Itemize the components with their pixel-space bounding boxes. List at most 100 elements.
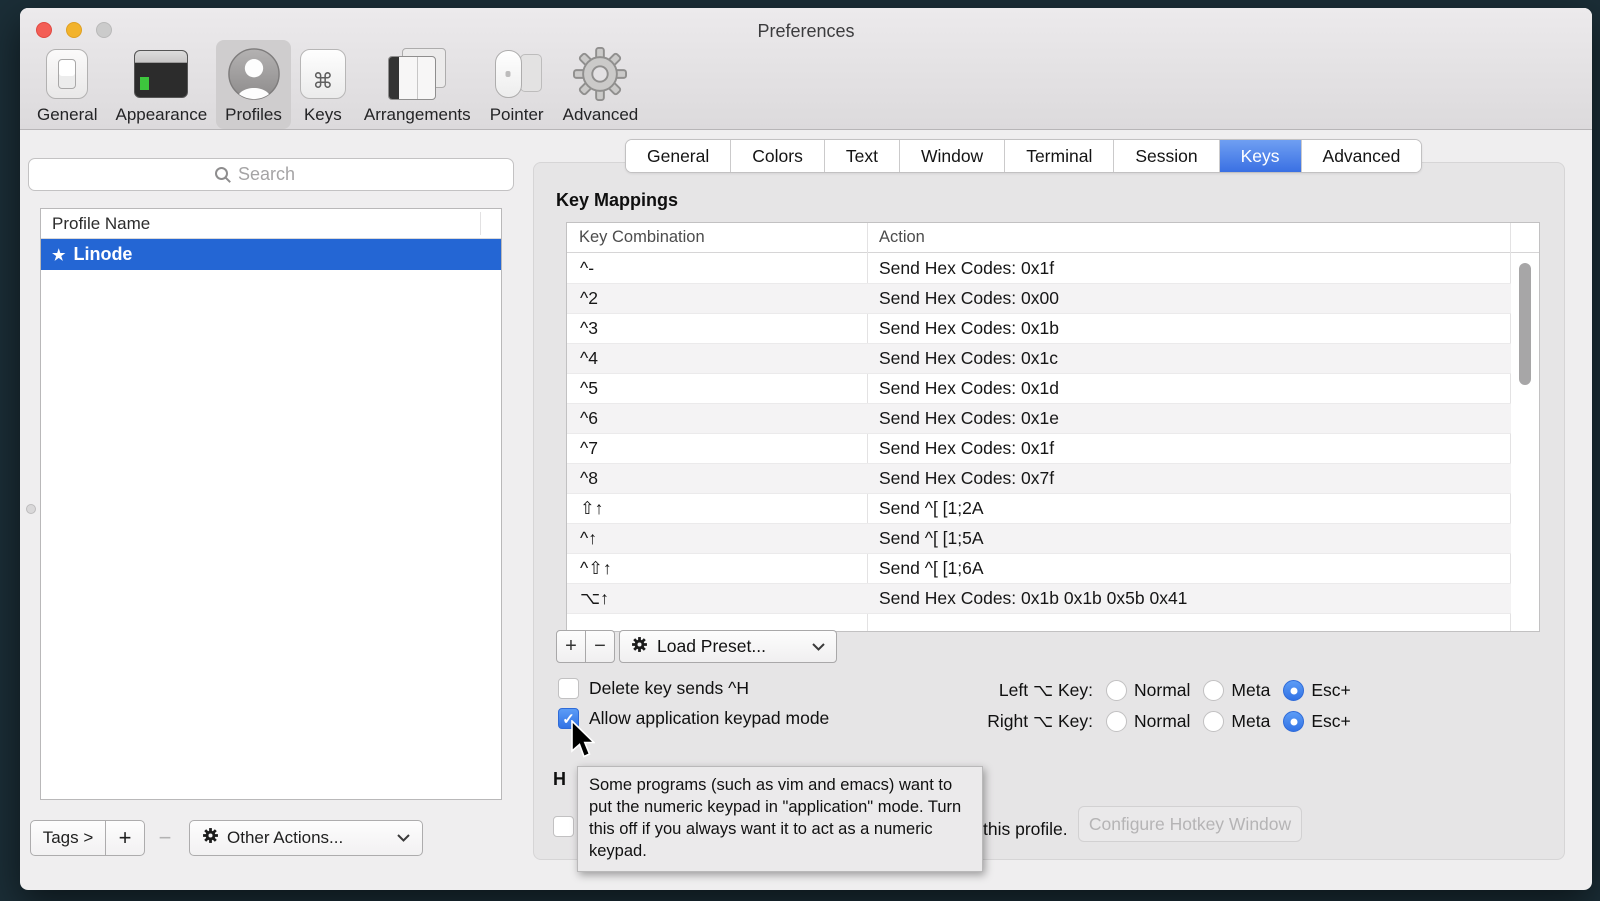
radio-option[interactable]: Esc+: [1283, 680, 1350, 701]
profile-tab-bar: GeneralColorsTextWindowTerminalSessionKe…: [625, 139, 1422, 173]
action-cell: Send Hex Codes: 0x1c: [867, 348, 1058, 369]
profile-tab[interactable]: Keys: [1220, 140, 1302, 172]
title-bar: Preferences General Appearance: [20, 8, 1592, 130]
radio-icon: [1106, 711, 1127, 732]
action-cell: Send Hex Codes: 0x7f: [867, 468, 1054, 489]
profile-tab[interactable]: General: [626, 140, 731, 172]
key-mapping-row[interactable]: ⌥↑ Send Hex Codes: 0x1b 0x1b 0x5b 0x41: [567, 584, 1511, 614]
delete-key-checkbox[interactable]: [558, 678, 579, 699]
load-preset-dropdown[interactable]: Load Preset...: [619, 630, 837, 663]
gear-icon: [202, 827, 219, 849]
gear-icon: [573, 46, 627, 102]
scrollbar-thumb[interactable]: [1519, 263, 1531, 385]
toggle-switch-icon: [46, 46, 88, 102]
profile-tab[interactable]: Window: [900, 140, 1005, 172]
profile-search-field[interactable]: [28, 158, 514, 191]
profile-tab[interactable]: Session: [1114, 140, 1219, 172]
add-key-mapping-button[interactable]: +: [556, 630, 586, 663]
toolbar-item-profiles[interactable]: Profiles: [216, 40, 291, 129]
profile-tab[interactable]: Terminal: [1005, 140, 1114, 172]
key-mapping-row[interactable]: ^- Send Hex Codes: 0x1f: [567, 254, 1511, 284]
hotkey-heading-partial: H: [553, 769, 566, 790]
key-mapping-row[interactable]: ^6 Send Hex Codes: 0x1e: [567, 404, 1511, 434]
key-mapping-row[interactable]: ^⇧↑ Send ^[ [1;6A: [567, 554, 1511, 584]
key-mapping-controls: + − Load Preset...: [556, 630, 837, 663]
profile-tab[interactable]: Advanced: [1302, 140, 1422, 172]
configure-hotkey-window-button[interactable]: Configure Hotkey Window: [1078, 806, 1302, 842]
radio-option[interactable]: Meta: [1203, 680, 1270, 701]
key-mapping-row[interactable]: ^5 Send Hex Codes: 0x1d: [567, 374, 1511, 404]
right-option-key-row: Right ⌥ Key: Normal Meta Esc+: [940, 711, 1386, 732]
action-cell: Send ^[ [1;5A: [867, 528, 984, 549]
preferences-window: Preferences General Appearance: [20, 8, 1592, 890]
key-combination-cell: ^6: [567, 408, 867, 429]
toolbar-item-keys[interactable]: Keys: [291, 40, 355, 129]
column-header-key-combination[interactable]: Key Combination: [567, 228, 867, 247]
preferences-toolbar: General Appearance: [28, 40, 647, 129]
key-combination-cell: ^-: [567, 258, 867, 279]
key-mappings-table: Key Combination Action ^- Send Hex Codes…: [566, 222, 1540, 632]
delete-key-checkbox-row: Delete key sends ^H: [558, 678, 749, 699]
terminal-window-icon: [134, 46, 188, 102]
toolbar-item-pointer[interactable]: Pointer: [480, 40, 554, 129]
tags-button[interactable]: Tags >: [30, 820, 106, 856]
key-mapping-row[interactable]: ^7 Send Hex Codes: 0x1f: [567, 434, 1511, 464]
remove-key-mapping-button[interactable]: −: [585, 630, 615, 663]
radio-icon: [1283, 711, 1304, 732]
hotkey-checkbox[interactable]: [553, 816, 574, 837]
key-combination-cell: ^5: [567, 378, 867, 399]
key-combination-cell: ^8: [567, 468, 867, 489]
key-combination-cell: ^2: [567, 288, 867, 309]
remove-profile-button[interactable]: −: [145, 820, 185, 856]
chevron-down-icon: [812, 643, 825, 651]
keypad-mode-tooltip: Some programs (such as vim and emacs) wa…: [577, 766, 983, 872]
gear-icon: [631, 636, 648, 658]
mouse-cursor: [569, 720, 595, 767]
other-actions-dropdown[interactable]: Other Actions...: [189, 820, 423, 856]
action-cell: Send Hex Codes: 0x1d: [867, 378, 1059, 399]
add-profile-button[interactable]: +: [105, 820, 145, 856]
profile-actions-bar: Tags > + − Other Actions...: [30, 820, 423, 856]
profile-name: Linode: [73, 244, 132, 265]
search-input[interactable]: [238, 164, 328, 185]
key-combination-cell: ⌥↑: [567, 588, 867, 609]
key-combination-cell: ^3: [567, 318, 867, 339]
profile-list: Profile Name ★ Linode: [40, 208, 502, 800]
profile-list-item[interactable]: ★ Linode: [41, 239, 501, 270]
radio-option[interactable]: Normal: [1106, 680, 1190, 701]
profile-tab[interactable]: Text: [825, 140, 900, 172]
radio-option[interactable]: Esc+: [1283, 711, 1350, 732]
radio-option[interactable]: Normal: [1106, 711, 1190, 732]
toolbar-item-general[interactable]: General: [28, 40, 106, 129]
key-combination-cell: ^4: [567, 348, 867, 369]
action-cell: Send Hex Codes: 0x1f: [867, 258, 1054, 279]
search-icon: [214, 166, 232, 184]
left-option-key-row: Left ⌥ Key: Normal Meta Esc+: [940, 680, 1386, 701]
column-header-action[interactable]: Action: [867, 228, 925, 247]
windows-arrangement-icon: [388, 46, 446, 102]
key-mapping-row[interactable]: ^2 Send Hex Codes: 0x00: [567, 284, 1511, 314]
profile-name-column-header[interactable]: Profile Name: [41, 209, 501, 239]
action-cell: Send ^[ [1;2A: [867, 498, 984, 519]
action-cell: Send Hex Codes: 0x1e: [867, 408, 1059, 429]
mouse-icon: [489, 46, 545, 102]
key-mapping-row[interactable]: ^↑ Send ^[ [1;5A: [567, 524, 1511, 554]
action-cell: Send Hex Codes: 0x1f: [867, 438, 1054, 459]
key-mappings-heading: Key Mappings: [556, 190, 678, 211]
radio-option[interactable]: Meta: [1203, 711, 1270, 732]
key-mapping-row[interactable]: ^4 Send Hex Codes: 0x1c: [567, 344, 1511, 374]
key-combination-cell: ^7: [567, 438, 867, 459]
keypad-checkbox-row: ✓ Allow application keypad mode: [558, 708, 829, 729]
key-mapping-row[interactable]: ^8 Send Hex Codes: 0x7f: [567, 464, 1511, 494]
toolbar-item-appearance[interactable]: Appearance: [106, 40, 216, 129]
key-combination-cell: ^↑: [567, 528, 867, 549]
toolbar-item-arrangements[interactable]: Arrangements: [355, 40, 480, 129]
profile-tab[interactable]: Colors: [731, 140, 825, 172]
toolbar-item-advanced[interactable]: Advanced: [554, 40, 648, 129]
pane-resize-handle[interactable]: [26, 504, 36, 514]
key-mapping-row[interactable]: ^3 Send Hex Codes: 0x1b: [567, 314, 1511, 344]
key-mapping-row[interactable]: ⇧↑ Send ^[ [1;2A: [567, 494, 1511, 524]
key-combination-cell: ⇧↑: [567, 498, 867, 519]
star-icon: ★: [52, 246, 65, 264]
person-icon: [227, 46, 281, 102]
